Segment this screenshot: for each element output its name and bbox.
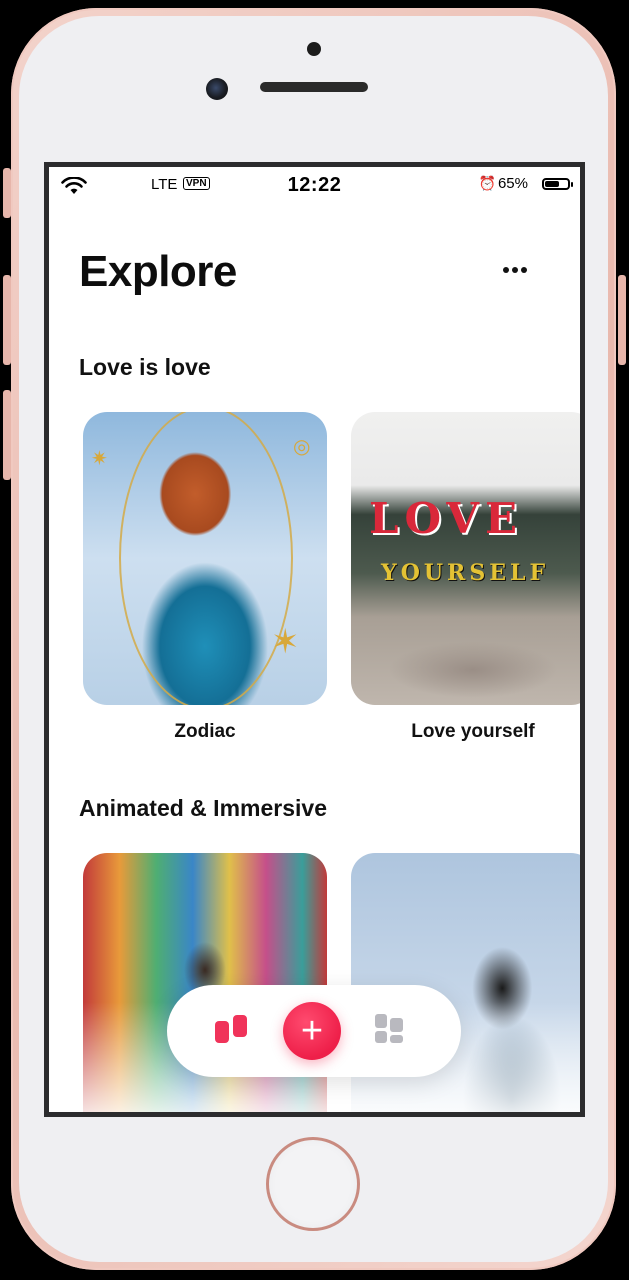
- bottom-nav: +: [167, 985, 461, 1077]
- home-button[interactable]: [266, 1137, 360, 1231]
- nav-explore-button[interactable]: [215, 1015, 249, 1045]
- battery-fill: [545, 181, 559, 187]
- earpiece-speaker: [260, 82, 368, 92]
- nav-library-button[interactable]: [375, 1014, 407, 1046]
- front-camera: [206, 78, 228, 100]
- card-label-love-yourself: Love yourself: [411, 721, 535, 742]
- sparkle-icon: ✷: [91, 448, 108, 470]
- section-title-love-is-love: Love is love: [79, 354, 211, 380]
- mute-switch: [3, 168, 11, 218]
- gold-oval-frame: [119, 412, 293, 705]
- card-zodiac[interactable]: ✷ ◎ ✶: [83, 412, 327, 705]
- collage-text-love: LOVE: [369, 494, 523, 543]
- collage-text-yourself: YOURSELF: [381, 560, 550, 586]
- proximity-sensor: [307, 42, 321, 56]
- status-bar: LTE VPN 12:22 ⏰ 65%: [49, 167, 580, 203]
- alarm-icon: ⏰: [478, 175, 496, 191]
- star-icon: ✶: [271, 623, 300, 661]
- section-title-animated-immersive: Animated & Immersive: [79, 795, 327, 821]
- add-icon: +: [300, 1010, 324, 1052]
- app-display: LTE VPN 12:22 ⏰ 65% Explore Love is love…: [49, 167, 580, 1112]
- battery-icon: [542, 178, 573, 190]
- volume-up-button: [3, 275, 11, 365]
- screen: LTE VPN 12:22 ⏰ 65% Explore Love is love…: [44, 162, 585, 1117]
- card-label-zodiac: Zodiac: [174, 721, 236, 742]
- battery-percentage: 65%: [497, 175, 528, 192]
- power-button: [618, 275, 626, 365]
- volume-down-button: [3, 390, 11, 480]
- page-title: Explore: [79, 247, 237, 296]
- add-button[interactable]: +: [283, 1002, 341, 1060]
- card-love-yourself[interactable]: LOVE YOURSELF: [351, 412, 580, 705]
- ring-icon: ◎: [293, 436, 311, 458]
- more-options-button[interactable]: [501, 259, 533, 281]
